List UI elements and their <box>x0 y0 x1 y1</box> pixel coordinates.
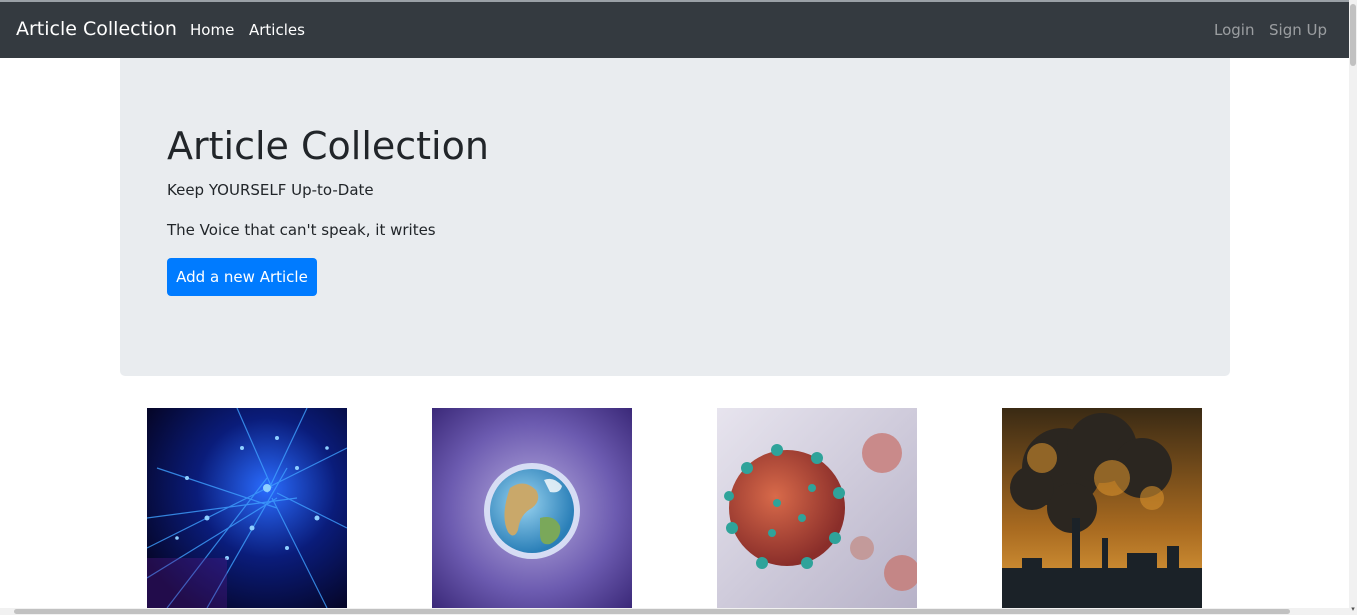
hero-jumbotron: Article Collection Keep YOURSELF Up-to-D… <box>120 58 1230 376</box>
horizontal-scrollbar-thumb[interactable] <box>14 609 1290 614</box>
horizontal-scrollbar[interactable] <box>0 608 1349 615</box>
hero-tagline: The Voice that can't speak, it writes <box>167 221 436 239</box>
article-thumbnail-pollution[interactable] <box>1002 408 1202 608</box>
nav-link-login[interactable]: Login <box>1214 21 1254 39</box>
blue-fiber-network-image <box>147 408 347 608</box>
article-thumbnail-earth[interactable] <box>432 408 632 608</box>
nav-link-home[interactable]: Home <box>190 21 234 39</box>
article-thumbnail-fiber-network[interactable] <box>147 408 347 608</box>
top-navbar: Article Collection Home Articles Login S… <box>0 2 1349 58</box>
add-article-button[interactable]: Add a new Article <box>167 258 317 296</box>
navbar-brand[interactable]: Article Collection <box>16 18 177 40</box>
earth-watercolor-image <box>432 408 632 608</box>
vertical-scrollbar-thumb[interactable] <box>1350 4 1356 66</box>
scroll-down-arrow-icon[interactable]: ▾ <box>1349 605 1357 613</box>
coronavirus-image <box>717 408 917 608</box>
article-thumbnail-virus[interactable] <box>717 408 917 608</box>
vertical-scrollbar[interactable]: ▾ <box>1349 0 1357 615</box>
factory-smoke-pollution-image <box>1002 408 1202 608</box>
page-title: Article Collection <box>167 124 489 168</box>
nav-link-signup[interactable]: Sign Up <box>1269 21 1327 39</box>
nav-link-articles[interactable]: Articles <box>249 21 305 39</box>
hero-lead-text: Keep YOURSELF Up-to-Date <box>167 181 374 199</box>
